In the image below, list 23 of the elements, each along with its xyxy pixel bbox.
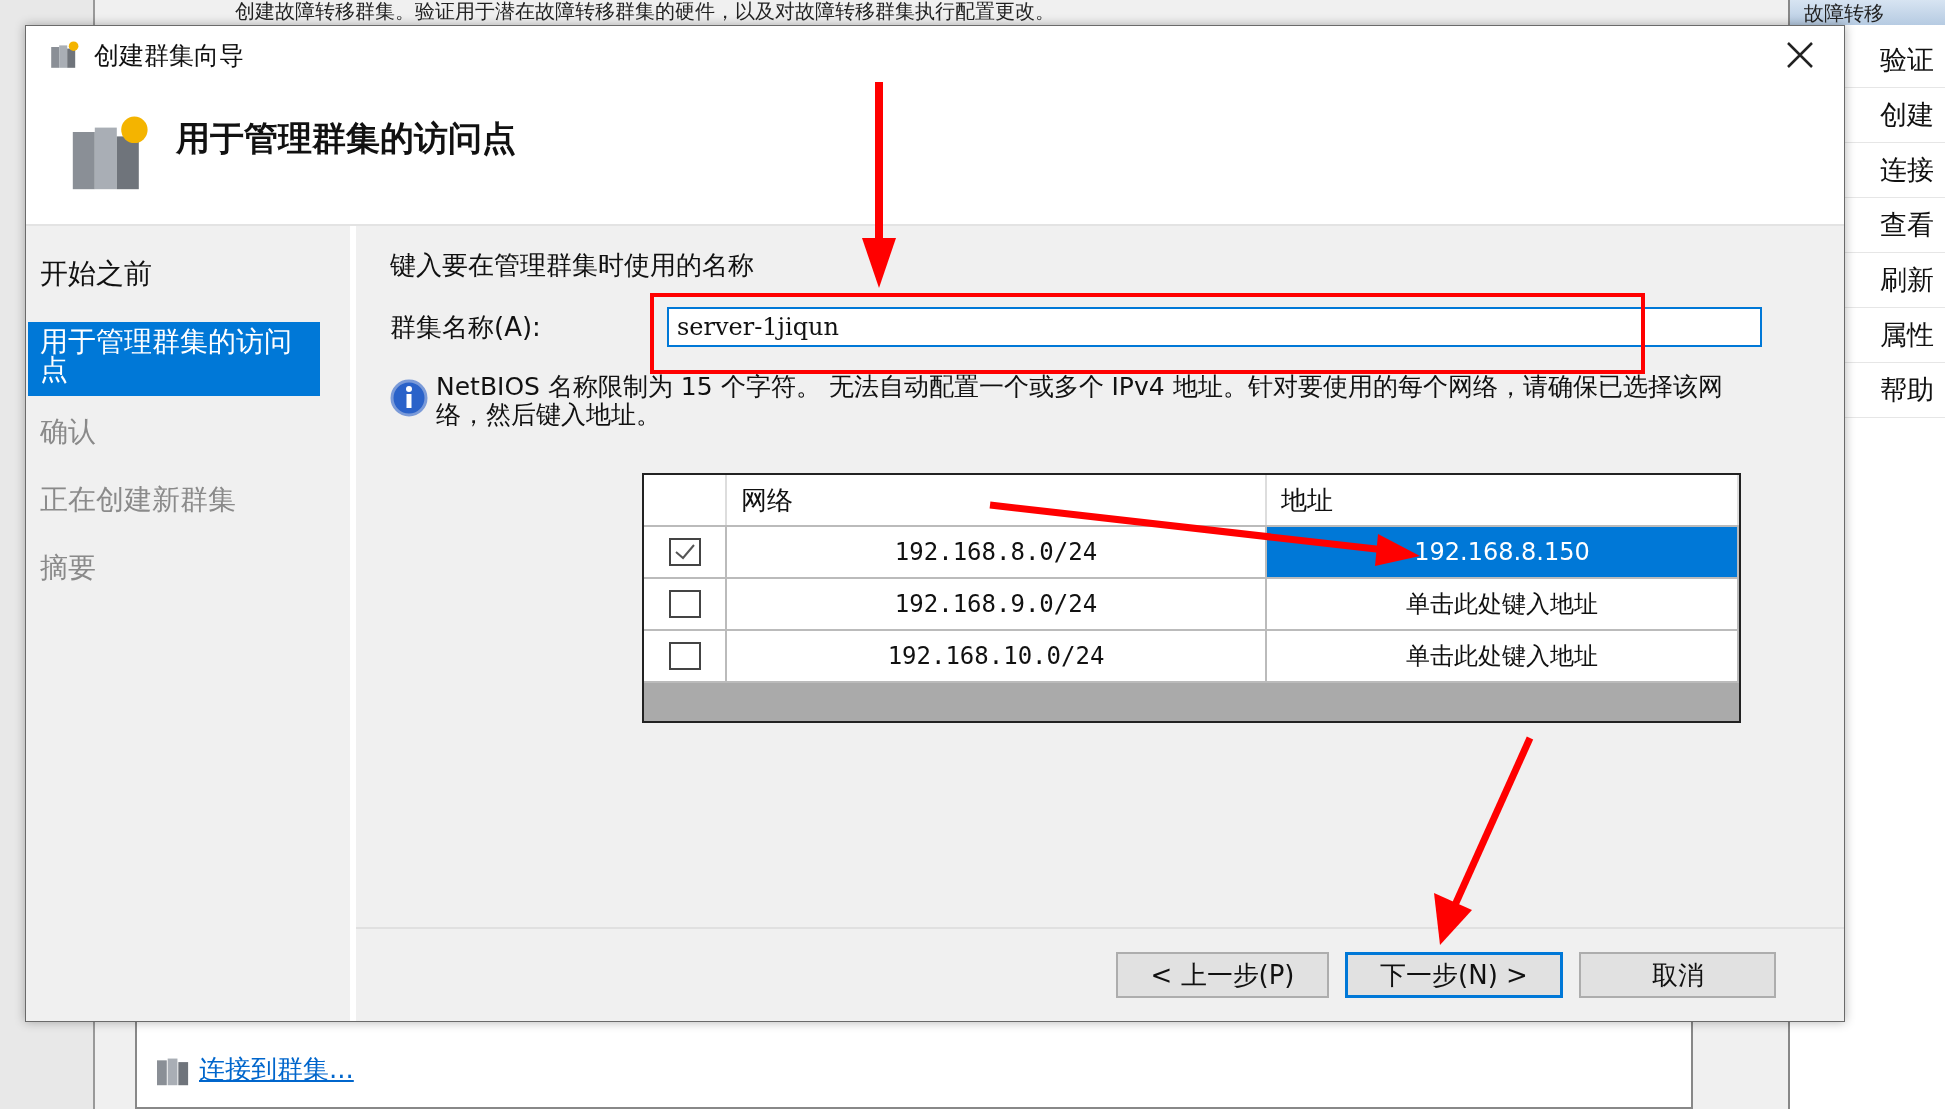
field-label: 群集名称(A):: [390, 310, 542, 344]
column-header[interactable]: 网络: [727, 475, 1267, 525]
description-text: 创建故障转移群集。验证用于潜在故障转移群集的硬件，以及对故障转移群集执行配置更改。: [235, 0, 1055, 22]
wizard-step[interactable]: 开始之前: [28, 254, 320, 298]
column-header[interactable]: 地址: [1267, 475, 1739, 525]
wizard-button[interactable]: 取消: [1579, 952, 1776, 998]
prompt-text: 键入要在管理群集时使用的名称: [390, 249, 755, 282]
wizard-button[interactable]: 下一步(N) >: [1345, 952, 1563, 998]
info-icon: [390, 379, 428, 417]
checkbox[interactable]: [668, 590, 701, 618]
server-cluster-icon: [48, 39, 80, 71]
wizard-step[interactable]: 用于管理群集的访问点: [28, 322, 320, 396]
connect-cluster-link[interactable]: 连接到群集...: [199, 1052, 354, 1087]
checkbox[interactable]: [668, 642, 701, 670]
window-title: 创建群集向导: [94, 39, 244, 72]
checkbox[interactable]: [668, 538, 701, 566]
close-icon: [1785, 40, 1815, 70]
table-cell[interactable]: 192.168.8.150: [1267, 527, 1739, 577]
info-text: NetBIOS 名称限制为 15 个字符。 无法自动配置一个或多个 IPv4 地址。针对要使用的每个网络，请确保已选择该网络，然后键入地址。: [436, 373, 1724, 429]
wizard-button[interactable]: < 上一步(P): [1116, 952, 1329, 998]
page-heading: 用于管理群集的访问点: [176, 117, 516, 160]
action-pane-title: 故障转移: [1804, 1, 1884, 24]
cluster-name-field[interactable]: server-1jiqun: [667, 307, 1762, 347]
